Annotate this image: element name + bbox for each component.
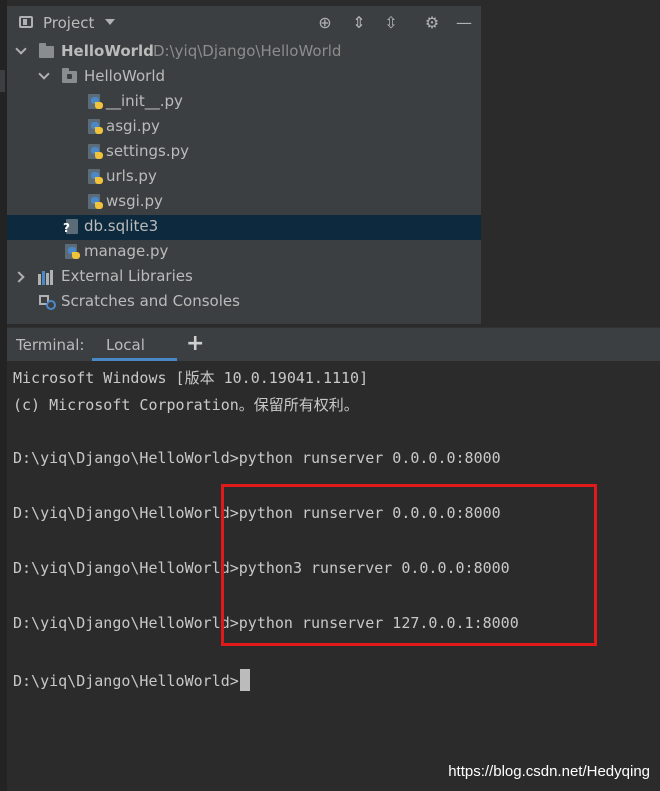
root-path: D:\yiq\Django\HelloWorld xyxy=(153,42,342,60)
terminal-line: D:\yiq\Django\HelloWorld>python runserve… xyxy=(13,449,501,467)
folder-icon xyxy=(39,43,54,58)
tree-item-db-file[interactable]: ? db.sqlite3 xyxy=(7,215,481,240)
python-file-icon xyxy=(87,194,103,210)
file-name: manage.py xyxy=(84,242,169,260)
scratches-label: Scratches and Consoles xyxy=(61,292,240,310)
gear-icon[interactable]: ⚙ xyxy=(422,13,442,33)
terminal-tab-bar: Terminal: Local + xyxy=(7,327,660,361)
terminal-label: Terminal: xyxy=(16,336,85,354)
chevron-down-icon[interactable] xyxy=(15,43,27,55)
project-header: Project ⊕ ⇕ ⇳ ⚙ — xyxy=(7,6,481,40)
tree-item-file[interactable]: settings.py xyxy=(7,140,481,165)
chevron-down-icon[interactable] xyxy=(38,68,50,80)
terminal-line: Microsoft Windows [版本 10.0.19041.1110] xyxy=(13,369,369,387)
python-file-icon xyxy=(87,119,103,135)
tree-item-root[interactable]: HelloWorld D:\yiq\Django\HelloWorld xyxy=(7,40,481,65)
package-folder-icon xyxy=(62,68,77,83)
tree-item-file[interactable]: wsgi.py xyxy=(7,190,481,215)
chevron-right-icon[interactable] xyxy=(13,271,25,283)
tree-item-file[interactable]: urls.py xyxy=(7,165,481,190)
python-file-icon xyxy=(87,169,103,185)
watermark: https://blog.csdn.net/Hedyqing xyxy=(448,763,650,780)
tree-item-package[interactable]: HelloWorld xyxy=(7,65,481,90)
python-file-icon xyxy=(64,244,80,260)
left-tool-strip xyxy=(0,0,7,791)
project-title[interactable]: Project xyxy=(43,14,94,32)
tree-item-scratches[interactable]: Scratches and Consoles xyxy=(7,290,481,315)
tab-local-label: Local xyxy=(106,336,145,354)
tool-strip-marker[interactable] xyxy=(0,70,5,92)
locate-icon[interactable]: ⊕ xyxy=(315,13,335,33)
package-name: HelloWorld xyxy=(84,67,166,85)
add-tab-icon[interactable]: + xyxy=(186,331,204,356)
minimize-icon[interactable]: — xyxy=(454,13,474,33)
file-name: db.sqlite3 xyxy=(84,217,159,235)
expand-all-icon[interactable]: ⇕ xyxy=(349,13,369,33)
terminal-prompt-line[interactable]: D:\yiq\Django\HelloWorld> xyxy=(13,669,250,691)
file-name: __init__.py xyxy=(106,92,183,110)
unknown-file-icon: ? xyxy=(63,219,80,235)
tree-item-file[interactable]: manage.py xyxy=(7,240,481,265)
tab-local[interactable]: Local xyxy=(92,328,177,361)
collapse-all-icon[interactable]: ⇳ xyxy=(381,13,401,33)
python-file-icon xyxy=(87,144,103,160)
python-file-icon xyxy=(87,94,103,110)
external-libraries-label: External Libraries xyxy=(61,267,193,285)
tree-item-file[interactable]: asgi.py xyxy=(7,115,481,140)
tree-item-external-libraries[interactable]: External Libraries xyxy=(7,265,481,290)
highlight-box xyxy=(221,484,597,646)
terminal-prompt: D:\yiq\Django\HelloWorld> xyxy=(13,672,239,690)
file-name: settings.py xyxy=(106,142,189,160)
chevron-down-icon[interactable] xyxy=(105,19,115,25)
terminal-output[interactable]: Microsoft Windows [版本 10.0.19041.1110] (… xyxy=(7,361,660,791)
tree-item-file[interactable]: __init__.py xyxy=(7,90,481,115)
file-name: wsgi.py xyxy=(106,192,163,210)
text-cursor xyxy=(239,669,250,691)
library-icon xyxy=(38,270,56,285)
file-name: asgi.py xyxy=(106,117,160,135)
project-panel: Project ⊕ ⇕ ⇳ ⚙ — HelloWorld D:\yiq\Djan… xyxy=(7,6,481,324)
editor-area xyxy=(481,6,660,324)
project-view-icon xyxy=(19,16,33,28)
terminal-line: (c) Microsoft Corporation。保留所有权利。 xyxy=(13,396,359,414)
root-name: HelloWorld xyxy=(61,42,154,60)
file-name: urls.py xyxy=(106,167,157,185)
scratches-icon xyxy=(39,295,57,310)
